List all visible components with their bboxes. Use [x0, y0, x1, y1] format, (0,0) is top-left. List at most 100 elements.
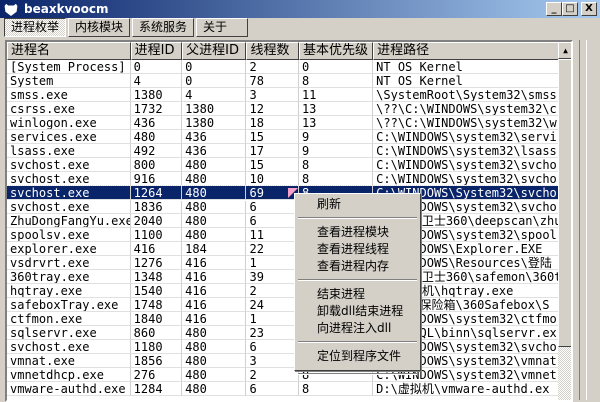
cell-name: svchost.exe — [7, 186, 131, 200]
table-row[interactable]: svchost.exe 1180 480 6 C:\WINDOWS\system32\s… — [7, 340, 571, 354]
menu-item[interactable]: 卸载dll结束进程 — [297, 303, 418, 320]
cell-threads: 39 — [246, 270, 299, 284]
cell-pid: 1540 — [130, 284, 183, 298]
cell-pid: 4 — [130, 74, 183, 88]
table-row[interactable]: spoolsv.exe 1100 480 11 C:\WINDOWS\system32\… — [7, 228, 571, 242]
table-row[interactable]: svchost.exe 916 480 10 8 C:\WINDOWS\system32\… — [7, 172, 571, 186]
table-row[interactable]: ctfmon.exe 1840 416 1 C:\WINDOWS\system32\ct… — [7, 312, 571, 326]
table-row[interactable]: vmware-authd.exe 1284 480 6 8 D:\虚拟机\vmware-a… — [7, 382, 571, 396]
menu-item[interactable]: 查看进程内存 — [297, 258, 418, 275]
cell-pid: 2040 — [130, 214, 183, 228]
menu-separator — [298, 341, 417, 343]
column-header-name[interactable]: 进程名 — [7, 42, 131, 60]
app-logo-icon — [4, 2, 18, 16]
tab-kernel-modules[interactable]: 内核模块 — [68, 18, 131, 37]
table-row[interactable]: svchost.exe 800 480 15 8 C:\WINDOWS\system32\… — [7, 158, 571, 172]
table-row[interactable]: lsass.exe 492 436 17 9 C:\WINDOWS\system32\ls… — [7, 144, 571, 158]
table-row[interactable]: [System Process] 0 0 2 0 NT OS Kernel — [7, 60, 571, 74]
cell-ppid: 480 — [182, 172, 247, 186]
cell-name: vsdrvrt.exe — [7, 256, 131, 270]
cell-ppid: 480 — [182, 368, 247, 382]
cell-pid: 1348 — [130, 270, 183, 284]
table-row[interactable]: 360tray.exe 1348 416 39 C:\安全卫士360\safemon\3… — [7, 270, 571, 284]
cell-priority: 13 — [298, 102, 374, 116]
cell-priority: 9 — [298, 130, 374, 144]
vertical-scrollbar[interactable]: ▲ — [558, 42, 571, 400]
cell-pid: 1836 — [130, 200, 183, 214]
table-row[interactable]: vsdrvrt.exe 1276 416 1 C:\WINDOWS\Resources\… — [7, 256, 571, 270]
cell-name: vmnetdhcp.exe — [7, 368, 131, 382]
cell-priority: 8 — [298, 382, 374, 396]
table-row[interactable]: csrss.exe 1732 1380 12 13 \??\C:\WINDOWS\syst… — [7, 102, 571, 116]
cell-name: spoolsv.exe — [7, 228, 131, 242]
scroll-up-arrow-icon[interactable]: ▲ — [558, 42, 571, 59]
table-row[interactable]: safeboxTray.exe 1748 416 24 C:\360保险箱\360Saf… — [7, 298, 571, 312]
menu-item[interactable]: 结束进程 — [297, 286, 418, 303]
cell-name: 360tray.exe — [7, 270, 131, 284]
cell-priority: 8 — [298, 158, 374, 172]
cell-ppid: 480 — [182, 382, 247, 396]
tab-process-list[interactable]: 进程枚举 — [4, 18, 67, 37]
cell-ppid: 0 — [182, 60, 247, 74]
window-title: beaxkvoocm — [24, 2, 109, 16]
cell-pid: 1100 — [130, 228, 183, 242]
cell-ppid: 1380 — [182, 116, 247, 130]
table-row[interactable]: hqtray.exe 1540 416 2 D:\虚拟机\hqtray.exe — [7, 284, 571, 298]
cell-threads: 2 — [246, 284, 299, 298]
table-row[interactable]: ZhuDongFangYu.exe 2040 480 6 C:\安全卫士360\deep… — [7, 214, 571, 228]
menu-item[interactable]: 查看进程线程 — [297, 241, 418, 258]
column-header-ppid[interactable]: 父进程ID — [182, 42, 247, 60]
cell-pid: 1180 — [130, 340, 183, 354]
menu-item[interactable]: 向进程注入dll — [297, 320, 418, 337]
cell-threads: 15 — [246, 130, 299, 144]
cell-name: csrss.exe — [7, 102, 131, 116]
column-header-pid[interactable]: 进程ID — [130, 42, 183, 60]
menu-item[interactable]: 刷新 — [297, 196, 418, 213]
cell-ppid: 416 — [182, 270, 247, 284]
close-button[interactable]: X — [581, 2, 597, 16]
menu-separator — [298, 373, 417, 375]
menu-item[interactable]: 定位到程序文件 — [297, 348, 418, 365]
table-row[interactable]: svchost.exe 1836 480 6 C:\WINDOWS\system32\s… — [7, 200, 571, 214]
cell-name: vmnat.exe — [7, 354, 131, 368]
table-row[interactable]: smss.exe 1380 4 3 11 \SystemRoot\System32\sms… — [7, 88, 571, 102]
right-frame — [579, 40, 587, 400]
tab-system-services[interactable]: 系统服务 — [132, 18, 195, 37]
maximize-button[interactable]: □ — [562, 2, 578, 16]
cell-name: svchost.exe — [7, 172, 131, 186]
cell-path: C:\WINDOWS\system32\svcho — [373, 172, 571, 186]
column-header-threads[interactable]: 线程数 — [246, 42, 299, 60]
cell-ppid: 416 — [182, 312, 247, 326]
cell-name: safeboxTray.exe — [7, 298, 131, 312]
table-row[interactable]: vmnat.exe 1856 480 3 C:\WINDOWS\system32\vmn… — [7, 354, 571, 368]
table-row[interactable]: vmnetdhcp.exe 276 480 2 8 C:\WINDOWS\system32… — [7, 368, 571, 382]
cell-pid: 1276 — [130, 256, 183, 270]
process-list[interactable]: 进程名 进程ID 父进程ID 线程数 基本优先级 进程路径 [System Pr… — [5, 40, 573, 402]
cell-threads: 22 — [246, 242, 299, 256]
column-header-path[interactable]: 进程路径 — [373, 42, 571, 60]
minimize-button[interactable]: _ — [546, 2, 562, 16]
table-row[interactable]: services.exe 480 436 15 9 C:\WINDOWS\system32… — [7, 130, 571, 144]
menu-item[interactable]: 查看进程模块 — [297, 224, 418, 241]
tab-about[interactable]: 关于 — [196, 18, 249, 37]
cell-pid: 492 — [130, 144, 183, 158]
cell-name: winlogon.exe — [7, 116, 131, 130]
cell-priority: 8 — [298, 172, 374, 186]
scrollbar-thumb[interactable] — [558, 59, 571, 347]
table-row[interactable]: System 4 0 78 8 NT OS Kernel — [7, 74, 571, 88]
table-row[interactable]: sqlservr.exe 860 480 23 C:\MSSQL\binn\sqlser… — [7, 326, 571, 340]
table-row[interactable]: explorer.exe 416 184 22 C:\WINDOWS\Explorer.… — [7, 242, 571, 256]
cell-threads: 6 — [246, 200, 299, 214]
column-header-priority[interactable]: 基本优先级 — [298, 42, 374, 60]
cell-name: svchost.exe — [7, 158, 131, 172]
mouse-cursor-icon — [288, 188, 298, 198]
cell-ppid: 480 — [182, 200, 247, 214]
cell-name: hqtray.exe — [7, 284, 131, 298]
cell-path: \??\C:\WINDOWS\system32\w — [373, 116, 571, 130]
cell-ppid: 480 — [182, 214, 247, 228]
table-row[interactable]: winlogon.exe 436 1380 18 13 \??\C:\WINDOWS\sy… — [7, 116, 571, 130]
cell-name: svchost.exe — [7, 340, 131, 354]
cell-threads: 78 — [246, 74, 299, 88]
cell-pid: 1748 — [130, 298, 183, 312]
cell-name: ctfmon.exe — [7, 312, 131, 326]
